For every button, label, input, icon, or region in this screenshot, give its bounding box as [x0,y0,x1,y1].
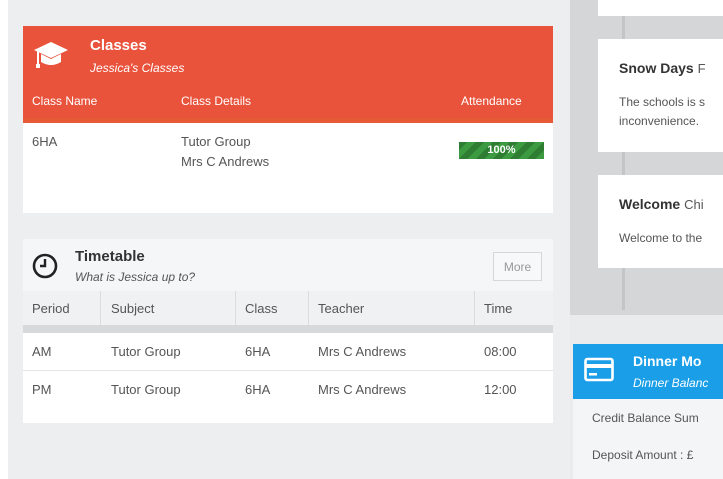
classes-column-header: Class Name Class Details Attendance [23,88,553,119]
more-button[interactable]: More [493,252,542,281]
column-class-details: Class Details [181,94,252,108]
dinner-money-header: Dinner Mo Dinner Balanc [573,344,723,399]
cell-period: PM [32,382,52,397]
timeline-card-text: The schools is s [619,95,706,109]
cell-time: 08:00 [484,344,517,359]
class-detail-teacher: Mrs C Andrews [181,154,270,169]
dinner-money-body: Credit Balance Sum Deposit Amount : £ [573,399,723,479]
timeline-card-previous[interactable] [598,0,723,16]
credit-balance-label: Credit Balance Sum [592,411,699,425]
left-edge [0,0,8,479]
column-divider [100,291,101,325]
timeline-card-text: Welcome to the [619,231,703,245]
timetable-card: Timetable What is Jessica up to? More Pe… [23,239,553,423]
header-divider [23,325,553,333]
cell-time: 12:00 [484,382,517,397]
timetable-title: Timetable [75,248,145,265]
clock-icon [32,253,58,279]
column-divider [474,291,475,325]
cell-teacher: Mrs C Andrews [318,382,407,397]
column-teacher: Teacher [318,301,365,316]
column-divider [308,291,309,325]
column-attendance: Attendance [461,94,522,108]
column-period: Period [32,301,70,316]
timetable-subtitle: What is Jessica up to? [75,270,196,284]
cell-subject: Tutor Group [111,344,181,359]
payment-card-icon [584,357,614,382]
column-class: Class [245,301,278,316]
timeline-card-title: Welcome Chi [619,196,704,212]
column-class-name: Class Name [32,94,98,108]
column-time: Time [484,301,513,316]
timeline-card-snow-days[interactable]: Snow Days F The schools is s inconvenien… [598,39,723,152]
timeline-card-text: inconvenience. [619,114,700,128]
cell-class: 6HA [245,382,271,397]
header-divider [23,118,553,123]
classes-header: Classes Jessica's Classes [23,26,553,88]
class-detail-group: Tutor Group [181,134,251,149]
cell-class: 6HA [245,344,271,359]
graduation-cap-icon [34,42,68,68]
column-divider [235,291,236,325]
column-subject: Subject [111,301,155,316]
table-row[interactable]: PM Tutor Group 6HA Mrs C Andrews 12:00 [23,370,553,408]
table-row[interactable]: AM Tutor Group 6HA Mrs C Andrews 08:00 [23,333,553,370]
classes-subtitle: Jessica's Classes [90,61,185,75]
cell-period: AM [32,344,52,359]
classes-title: Classes [90,37,147,54]
class-name: 6HA [32,134,58,149]
deposit-amount-label: Deposit Amount : £ [592,448,694,462]
cell-subject: Tutor Group [111,382,181,397]
timeline-card-title: Snow Days F [619,60,706,76]
classes-card: Classes Jessica's Classes Class Name Cla… [23,26,553,213]
timeline-card-welcome[interactable]: Welcome Chi Welcome to the [598,175,723,268]
timetable-header: Timetable What is Jessica up to? More [23,239,553,291]
dinner-money-title: Dinner Mo [633,353,702,369]
cell-teacher: Mrs C Andrews [318,344,407,359]
dinner-money-subtitle: Dinner Balanc [633,376,709,390]
attendance-bar: 100% [459,142,544,159]
